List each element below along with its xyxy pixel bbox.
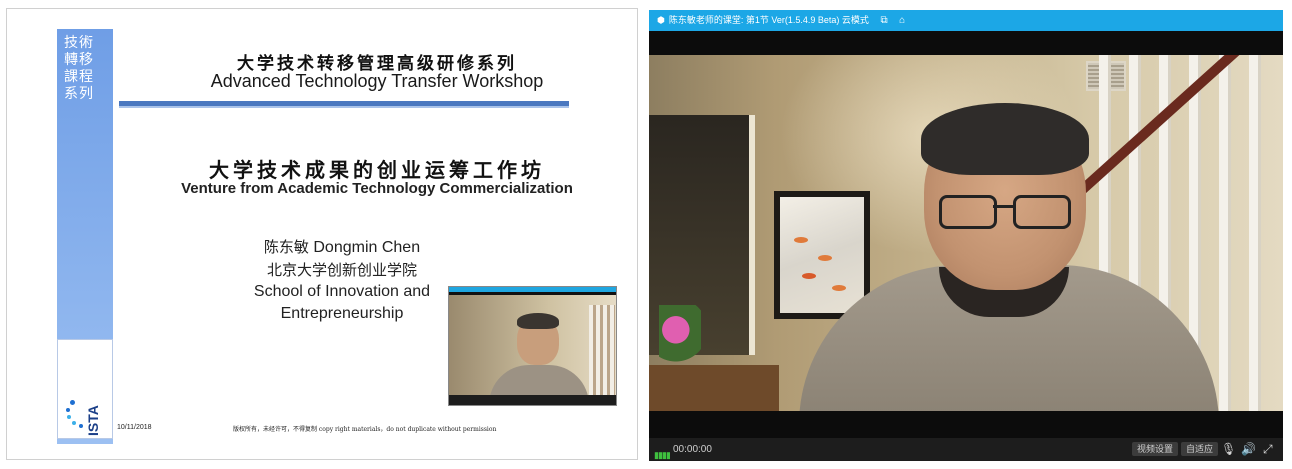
author-line: 陈东敏 Dongmin Chen <box>227 236 457 259</box>
video-settings-button[interactable]: 视频设置 <box>1132 442 1179 456</box>
wall-painting <box>774 191 870 319</box>
fullscreen-icon[interactable]: ⤢ <box>1263 438 1273 461</box>
slide-footer-date: 10/11/2018 <box>117 424 152 431</box>
logo-word: ISTA <box>85 405 101 436</box>
thumbnail-scene <box>449 295 616 405</box>
presentation-slide: 技術 轉移 課程 系列 ISTA 大学技术转移管理高级研修系列 Advanced… <box>6 8 638 460</box>
volume-icon[interactable]: 🔊 <box>1241 438 1256 461</box>
author-name-cn: 陈东敏 <box>263 238 309 256</box>
author-block: 陈东敏 Dongmin Chen 北京大学创新创业学院 School of In… <box>227 236 457 325</box>
slide-title-en: Advanced Technology Transfer Workshop <box>210 71 544 91</box>
embedded-video-thumbnail <box>448 286 617 406</box>
thumbnail-controls <box>449 395 616 405</box>
shelf <box>649 365 779 411</box>
author-name-en: Dongmin Chen <box>313 239 421 256</box>
slide-footer-copyright: 版权所有，未经许可，不得复制 copy right materials，do n… <box>233 426 497 433</box>
slide-subtitle-cn: 大学技术成果的创业运筹工作坊 <box>209 158 545 182</box>
slide-subtitle-en: Venture from Academic Technology Commerc… <box>181 180 573 197</box>
fit-mode-button[interactable]: 自适应 <box>1181 442 1219 456</box>
glasses-left-lens <box>939 195 997 229</box>
glasses-right-lens <box>1013 195 1071 229</box>
ista-logo: ISTA <box>57 339 113 439</box>
player-controls: ▮▮▮▮ 00:00:00 视频设置 自适应 🎙 🔊 ⤢ <box>649 438 1283 461</box>
signal-strength-icon: ▮▮▮▮ <box>654 450 671 460</box>
orchid-plant <box>659 305 701 367</box>
home-icon[interactable]: ⌂ <box>899 10 905 31</box>
glasses-bridge <box>993 205 1013 208</box>
school-name-en-2: Entrepreneurship <box>280 305 404 322</box>
school-name-en-1: School of Innovation and <box>253 283 431 300</box>
microphone-icon[interactable]: 🎙 <box>1221 438 1236 461</box>
app-logo-icon: ⬢ <box>657 15 665 25</box>
school-name-cn: 北京大学创新创业学院 <box>266 261 417 279</box>
side-band-text: 技術 轉移 課程 系列 <box>64 35 94 102</box>
thumbnail-titlebar <box>449 287 616 292</box>
logo-small-print <box>88 350 106 398</box>
player-title: 陈东敏老师的课堂: 第1节 Ver(1.5.4.9 Beta) 云模式 <box>668 15 869 25</box>
share-icon[interactable]: ⧉ <box>880 10 887 31</box>
person-hair <box>921 103 1089 175</box>
title-divider <box>119 101 569 108</box>
player-titlebar: ⬢ 陈东敏老师的课堂: 第1节 Ver(1.5.4.9 Beta) 云模式 ⧉ ⌂ <box>649 10 1283 31</box>
playback-time: 00:00:00 <box>673 444 712 455</box>
video-player: ⬢ 陈东敏老师的课堂: 第1节 Ver(1.5.4.9 Beta) 云模式 ⧉ ⌂ <box>649 10 1283 461</box>
video-frame[interactable] <box>649 55 1283 411</box>
